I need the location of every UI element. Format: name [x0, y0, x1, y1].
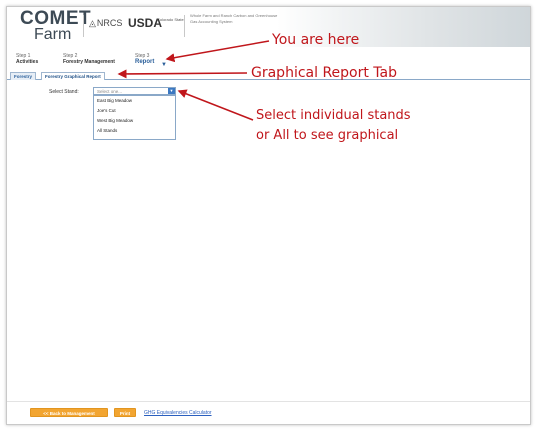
- print-button[interactable]: Print: [114, 408, 136, 417]
- tab-forestry[interactable]: Forestry: [10, 72, 37, 80]
- step-3-label: Report: [135, 59, 155, 65]
- header-tagline: Whole Farm and Ranch Carbon and Greenhou…: [190, 13, 278, 24]
- stand-option[interactable]: All Stands: [97, 128, 117, 133]
- step-1-label: Activities: [16, 59, 39, 65]
- ghg-equivalencies-link[interactable]: GHG Equivalencies Calculator: [144, 410, 212, 416]
- annotation-you-are-here: You are here: [272, 32, 360, 48]
- stand-select[interactable]: Select one... ▼: [93, 87, 176, 95]
- csu-logo: Colorado State: [157, 17, 184, 22]
- annotation-select-stands-line1: Select individual stands: [256, 108, 411, 123]
- tab-forestry-graphical-report[interactable]: Forestry Graphical Report: [41, 72, 105, 80]
- step-3[interactable]: Step 3 Report: [135, 53, 154, 65]
- annotation-graphical-report-tab: Graphical Report Tab: [251, 65, 398, 81]
- back-to-management-button[interactable]: << Back to Management: [30, 408, 108, 417]
- app-window: COMET Farm ◬NRCS USDA Colorado State Who…: [6, 6, 531, 425]
- logo-divider: [83, 15, 84, 37]
- stand-option[interactable]: East Big Meadow: [97, 98, 132, 103]
- nrcs-triangle-icon: ◬: [89, 18, 96, 28]
- nrcs-label: NRCS: [96, 18, 123, 28]
- arrow-select-stand: [177, 89, 254, 121]
- stand-option[interactable]: Joe's Cut: [97, 108, 116, 113]
- select-stand-label: Select Stand:: [49, 89, 79, 95]
- stand-option[interactable]: West Big Meadow: [97, 118, 133, 123]
- step-2[interactable]: Step 2 Forestry Management: [63, 53, 115, 65]
- annotation-select-stands-line2: or All to see graphical: [256, 128, 399, 143]
- annotation-select-stands: Select individual stands or All to see g…: [256, 106, 411, 146]
- stand-select-value: Select one...: [97, 89, 123, 94]
- step-3-chevron-down-icon[interactable]: ▼: [161, 62, 167, 68]
- stand-dropdown-list: East Big Meadow Joe's Cut West Big Meado…: [93, 95, 176, 140]
- dropdown-arrow-icon[interactable]: ▼: [168, 88, 175, 94]
- logo-divider-2: [184, 15, 185, 37]
- header: COMET Farm ◬NRCS USDA Colorado State Who…: [7, 7, 530, 51]
- nrcs-logo: ◬NRCS: [89, 18, 122, 29]
- comet-logo-subtext: Farm: [34, 26, 72, 43]
- step-1[interactable]: Step 1 Activities: [16, 53, 38, 65]
- footer-divider: [7, 401, 530, 402]
- step-2-label: Forestry Management: [63, 59, 115, 65]
